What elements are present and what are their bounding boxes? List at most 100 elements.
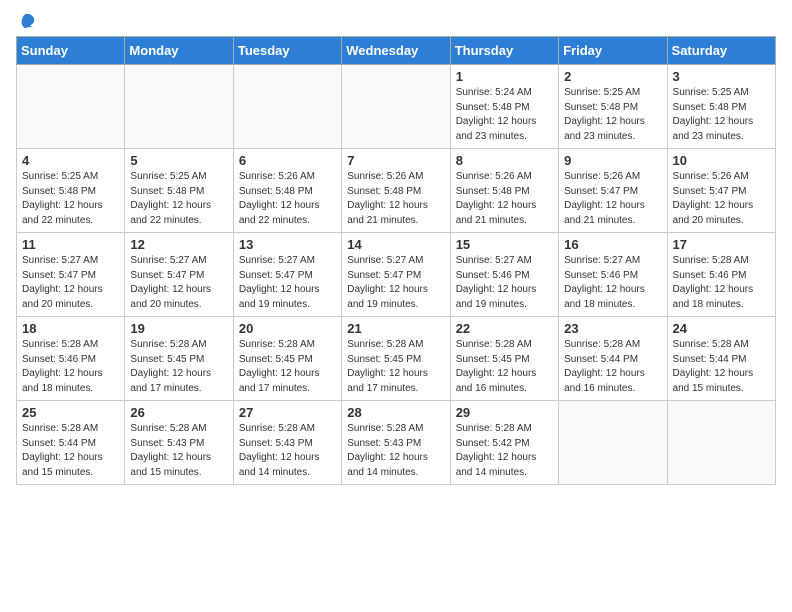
calendar-cell: 17 Sunrise: 5:28 AMSunset: 5:46 PMDayligh…	[667, 233, 775, 317]
day-info: Sunrise: 5:28 AMSunset: 5:44 PMDaylight:…	[564, 338, 661, 396]
day-number: 26	[130, 405, 227, 420]
day-number: 18	[22, 321, 119, 336]
day-info: Sunrise: 5:28 AMSunset: 5:45 PMDaylight:…	[347, 338, 444, 396]
day-info: Sunrise: 5:28 AMSunset: 5:43 PMDaylight:…	[347, 422, 444, 480]
day-info: Sunrise: 5:25 AMSunset: 5:48 PMDaylight:…	[564, 86, 661, 144]
day-info: Sunrise: 5:28 AMSunset: 5:44 PMDaylight:…	[673, 338, 770, 396]
calendar-cell	[559, 401, 667, 485]
calendar-week-3: 11 Sunrise: 5:27 AMSunset: 5:47 PMDayligh…	[17, 233, 776, 317]
calendar-cell: 13 Sunrise: 5:27 AMSunset: 5:47 PMDayligh…	[233, 233, 341, 317]
day-number: 1	[456, 69, 553, 84]
calendar-cell: 21 Sunrise: 5:28 AMSunset: 5:45 PMDayligh…	[342, 317, 450, 401]
day-info: Sunrise: 5:25 AMSunset: 5:48 PMDaylight:…	[22, 170, 119, 228]
day-info: Sunrise: 5:27 AMSunset: 5:47 PMDaylight:…	[239, 254, 336, 312]
day-number: 22	[456, 321, 553, 336]
day-number: 17	[673, 237, 770, 252]
day-number: 9	[564, 153, 661, 168]
calendar-cell: 9Sunrise: 5:26 AMSunset: 5:47 PMDaylight…	[559, 149, 667, 233]
logo-bird-icon	[18, 12, 36, 30]
day-number: 6	[239, 153, 336, 168]
day-number: 21	[347, 321, 444, 336]
day-number: 2	[564, 69, 661, 84]
calendar-cell	[233, 65, 341, 149]
day-info: Sunrise: 5:26 AMSunset: 5:48 PMDaylight:…	[347, 170, 444, 228]
day-info: Sunrise: 5:26 AMSunset: 5:47 PMDaylight:…	[673, 170, 770, 228]
calendar-cell: 8 Sunrise: 5:26 AMSunset: 5:48 PMDaylight…	[450, 149, 558, 233]
day-info: Sunrise: 5:27 AMSunset: 5:47 PMDaylight:…	[130, 254, 227, 312]
calendar-cell: 5 Sunrise: 5:25 AMSunset: 5:48 PMDaylight…	[125, 149, 233, 233]
day-number: 11	[22, 237, 119, 252]
calendar-cell: 12 Sunrise: 5:27 AMSunset: 5:47 PMDayligh…	[125, 233, 233, 317]
calendar-cell: 26 Sunrise: 5:28 AMSunset: 5:43 PMDayligh…	[125, 401, 233, 485]
day-number: 19	[130, 321, 227, 336]
day-number: 14	[347, 237, 444, 252]
day-number: 28	[347, 405, 444, 420]
calendar-cell: 23 Sunrise: 5:28 AMSunset: 5:44 PMDayligh…	[559, 317, 667, 401]
calendar-cell: 28 Sunrise: 5:28 AMSunset: 5:43 PMDayligh…	[342, 401, 450, 485]
day-info: Sunrise: 5:28 AMSunset: 5:46 PMDaylight:…	[22, 338, 119, 396]
day-number: 16	[564, 237, 661, 252]
day-info: Sunrise: 5:27 AMSunset: 5:46 PMDaylight:…	[564, 254, 661, 312]
calendar-week-1: 1 Sunrise: 5:24 AMSunset: 5:48 PMDaylight…	[17, 65, 776, 149]
calendar-cell: 16 Sunrise: 5:27 AMSunset: 5:46 PMDayligh…	[559, 233, 667, 317]
day-info: Sunrise: 5:25 AMSunset: 5:48 PMDaylight:…	[673, 86, 770, 144]
calendar-week-2: 4 Sunrise: 5:25 AMSunset: 5:48 PMDaylight…	[17, 149, 776, 233]
day-number: 24	[673, 321, 770, 336]
day-info: Sunrise: 5:28 AMSunset: 5:46 PMDaylight:…	[673, 254, 770, 312]
calendar-cell: 4 Sunrise: 5:25 AMSunset: 5:48 PMDaylight…	[17, 149, 125, 233]
day-info: Sunrise: 5:27 AMSunset: 5:47 PMDaylight:…	[22, 254, 119, 312]
calendar-cell: 24 Sunrise: 5:28 AMSunset: 5:44 PMDayligh…	[667, 317, 775, 401]
calendar-header-row: SundayMondayTuesdayWednesdayThursdayFrid…	[17, 37, 776, 65]
day-number: 10	[673, 153, 770, 168]
day-number: 29	[456, 405, 553, 420]
day-info: Sunrise: 5:28 AMSunset: 5:42 PMDaylight:…	[456, 422, 553, 480]
header-day-sunday: Sunday	[17, 37, 125, 65]
calendar-cell	[17, 65, 125, 149]
day-number: 25	[22, 405, 119, 420]
day-number: 4	[22, 153, 119, 168]
header-day-monday: Monday	[125, 37, 233, 65]
day-number: 13	[239, 237, 336, 252]
day-number: 3	[673, 69, 770, 84]
calendar-cell: 22 Sunrise: 5:28 AMSunset: 5:45 PMDayligh…	[450, 317, 558, 401]
calendar-cell: 18 Sunrise: 5:28 AMSunset: 5:46 PMDayligh…	[17, 317, 125, 401]
day-number: 5	[130, 153, 227, 168]
calendar-cell: 25 Sunrise: 5:28 AMSunset: 5:44 PMDayligh…	[17, 401, 125, 485]
calendar-cell: 29 Sunrise: 5:28 AMSunset: 5:42 PMDayligh…	[450, 401, 558, 485]
calendar-cell: 20Sunrise: 5:28 AMSunset: 5:45 PMDayligh…	[233, 317, 341, 401]
header-day-tuesday: Tuesday	[233, 37, 341, 65]
calendar-cell: 27Sunrise: 5:28 AMSunset: 5:43 PMDayligh…	[233, 401, 341, 485]
day-info: Sunrise: 5:28 AMSunset: 5:43 PMDaylight:…	[130, 422, 227, 480]
calendar-cell: 3 Sunrise: 5:25 AMSunset: 5:48 PMDaylight…	[667, 65, 775, 149]
day-info: Sunrise: 5:28 AMSunset: 5:44 PMDaylight:…	[22, 422, 119, 480]
calendar-cell	[125, 65, 233, 149]
day-info: Sunrise: 5:24 AMSunset: 5:48 PMDaylight:…	[456, 86, 553, 144]
day-info: Sunrise: 5:27 AMSunset: 5:46 PMDaylight:…	[456, 254, 553, 312]
day-number: 7	[347, 153, 444, 168]
calendar-cell: 19 Sunrise: 5:28 AMSunset: 5:45 PMDayligh…	[125, 317, 233, 401]
calendar-cell: 11 Sunrise: 5:27 AMSunset: 5:47 PMDayligh…	[17, 233, 125, 317]
day-info: Sunrise: 5:28 AMSunset: 5:43 PMDaylight:…	[239, 422, 336, 480]
calendar-cell: 15 Sunrise: 5:27 AMSunset: 5:46 PMDayligh…	[450, 233, 558, 317]
day-info: Sunrise: 5:28 AMSunset: 5:45 PMDaylight:…	[130, 338, 227, 396]
header-day-saturday: Saturday	[667, 37, 775, 65]
day-number: 20	[239, 321, 336, 336]
calendar-cell	[667, 401, 775, 485]
calendar-table: SundayMondayTuesdayWednesdayThursdayFrid…	[16, 36, 776, 485]
day-info: Sunrise: 5:26 AMSunset: 5:48 PMDaylight:…	[456, 170, 553, 228]
day-info: Sunrise: 5:26 AMSunset: 5:48 PMDaylight:…	[239, 170, 336, 228]
header-day-thursday: Thursday	[450, 37, 558, 65]
day-number: 12	[130, 237, 227, 252]
day-number: 23	[564, 321, 661, 336]
day-info: Sunrise: 5:27 AMSunset: 5:47 PMDaylight:…	[347, 254, 444, 312]
header-day-wednesday: Wednesday	[342, 37, 450, 65]
calendar-cell: 6 Sunrise: 5:26 AMSunset: 5:48 PMDaylight…	[233, 149, 341, 233]
calendar-cell: 2 Sunrise: 5:25 AMSunset: 5:48 PMDaylight…	[559, 65, 667, 149]
calendar-cell: 10 Sunrise: 5:26 AMSunset: 5:47 PMDayligh…	[667, 149, 775, 233]
day-info: Sunrise: 5:25 AMSunset: 5:48 PMDaylight:…	[130, 170, 227, 228]
calendar-cell: 14 Sunrise: 5:27 AMSunset: 5:47 PMDayligh…	[342, 233, 450, 317]
header-day-friday: Friday	[559, 37, 667, 65]
day-info: Sunrise: 5:28 AMSunset: 5:45 PMDaylight:…	[456, 338, 553, 396]
day-number: 8	[456, 153, 553, 168]
day-number: 15	[456, 237, 553, 252]
